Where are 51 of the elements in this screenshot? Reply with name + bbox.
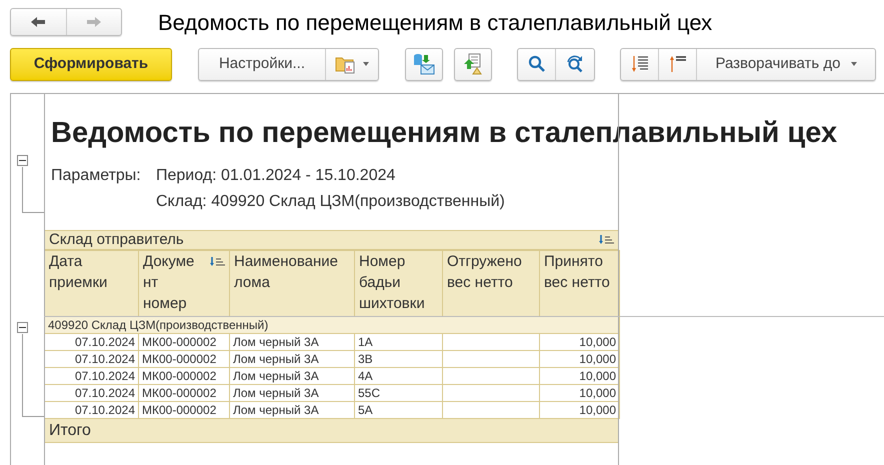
table-cell: 10,000 — [540, 350, 620, 368]
group-header: Склад отправитель — [49, 230, 184, 250]
table-cell: МК00-000002 — [138, 350, 230, 368]
search-repeat-icon — [565, 54, 585, 74]
table-cell: МК00-000002 — [138, 368, 230, 384]
table-cell: МК00-000002 — [138, 334, 230, 350]
column-header[interactable]: Отгружено вес нетто — [442, 250, 540, 316]
column-header[interactable]: Номер бадьи шихтовки — [354, 250, 442, 316]
parameter-text: Период: 01.01.2024 - 15.10.2024 — [156, 166, 396, 186]
table-cell: 07.10.2024 — [44, 384, 138, 402]
collapse-toggle[interactable] — [17, 155, 28, 166]
group-row: 409920 Склад ЦЗМ(производственный) — [44, 316, 620, 334]
parameter-text: Склад: 409920 Склад ЦЗМ(производственный) — [156, 192, 505, 212]
column-header[interactable]: Дата приемки — [44, 250, 138, 316]
table-cell: Лом черный 3А — [230, 368, 354, 384]
table-cell: Лом черный 3А — [230, 384, 354, 402]
table-cell: 3В — [354, 350, 442, 368]
table-cell: 10,000 — [540, 368, 620, 384]
caret-icon — [850, 62, 856, 66]
sort-icon — [209, 257, 225, 267]
column-header[interactable]: Наименование лома — [230, 250, 354, 316]
send-email-button[interactable] — [405, 48, 443, 80]
table-cell: 07.10.2024 — [44, 334, 138, 350]
collapse-toggle[interactable] — [17, 322, 28, 333]
tree-line — [22, 167, 44, 213]
column-header[interactable]: Принято вес нетто — [540, 250, 620, 316]
report-title: Ведомость по перемещениям в сталеплавильный цех — [51, 116, 838, 148]
sort-descending-icon — [630, 55, 648, 73]
right-arrow-icon — [84, 15, 103, 29]
table-cell: Лом черный 3А — [230, 334, 354, 350]
column-header[interactable]: Документ номер — [138, 250, 230, 316]
left-arrow-icon — [29, 15, 48, 29]
table-cell: 07.10.2024 — [44, 368, 138, 384]
total-row: Итого — [44, 419, 619, 443]
table-cell: 1А — [354, 334, 442, 350]
table-cell: Лом черный 3А — [230, 350, 354, 368]
upload-button[interactable] — [454, 48, 492, 80]
parameters-label: Параметры: — [51, 166, 142, 186]
table-cell: 10,000 — [540, 334, 620, 350]
window-title: Ведомость по перемещениям в сталеплавильный цех — [158, 8, 712, 37]
search-icon — [528, 55, 546, 73]
caret-icon — [363, 62, 369, 66]
generate-button[interactable]: Сформировать — [10, 48, 172, 80]
table-cell: 4А — [354, 368, 442, 384]
table-cell: 10,000 — [540, 384, 620, 402]
table-cell: 55С — [354, 384, 442, 402]
sort-ascending-icon — [668, 55, 686, 73]
database-envelope-icon — [412, 52, 436, 76]
table-cell: МК00-000002 — [138, 384, 230, 402]
table-cell: 07.10.2024 — [44, 350, 138, 368]
sort-icon — [598, 235, 614, 245]
